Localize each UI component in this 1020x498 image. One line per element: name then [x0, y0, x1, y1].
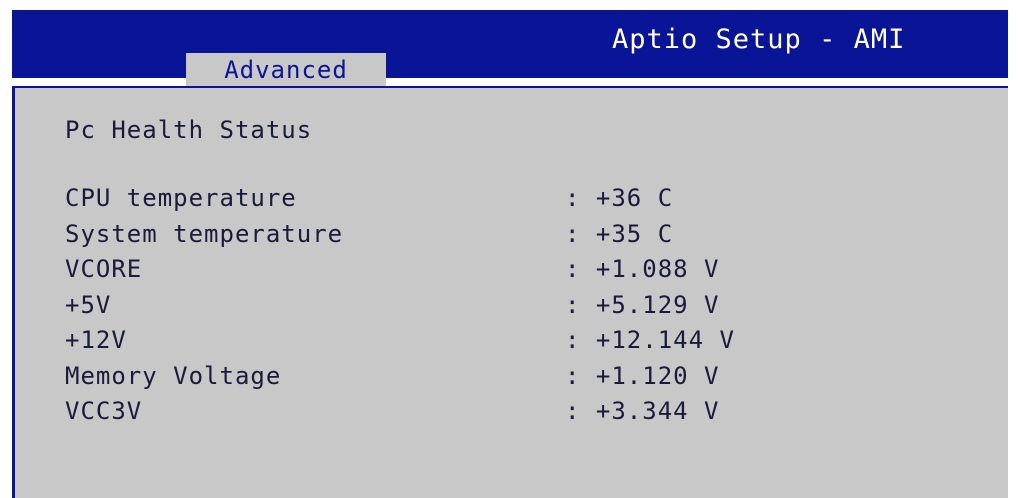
reading-label: +5V — [65, 290, 112, 319]
list-item: CPU temperature : +36 C — [65, 184, 965, 220]
main-panel: Pc Health Status CPU temperature : +36 C… — [12, 86, 1008, 498]
reading-label: +12V — [65, 326, 127, 354]
list-item: +5V : +5.129 V — [65, 291, 965, 327]
reading-value: : +12.144 V — [565, 326, 735, 354]
bios-title: Aptio Setup - AMI — [612, 24, 906, 55]
reading-value: : +36 C — [565, 184, 674, 212]
reading-value: : +35 C — [565, 219, 674, 248]
health-readings-list: CPU temperature : +36 C System temperatu… — [65, 184, 965, 433]
reading-label: VCC3V — [65, 397, 143, 425]
list-item: Memory Voltage : +1.120 V — [65, 362, 965, 398]
reading-value: : +1.088 V — [565, 255, 720, 283]
bios-header-bar: Aptio Setup - AMI Advanced — [12, 10, 1008, 88]
tab-advanced[interactable]: Advanced — [186, 53, 386, 88]
section-title: Pc Health Status — [65, 116, 313, 144]
list-item: System temperature : +35 C — [65, 220, 965, 256]
reading-value: : +1.120 V — [565, 361, 720, 390]
reading-label: System temperature — [65, 219, 344, 248]
list-item: +12V : +12.144 V — [65, 326, 965, 362]
reading-value: : +3.344 V — [565, 397, 720, 425]
list-item: VCORE : +1.088 V — [65, 255, 965, 291]
reading-label: CPU temperature — [65, 184, 297, 212]
list-item: VCC3V : +3.344 V — [65, 397, 965, 433]
reading-label: Memory Voltage — [65, 361, 282, 390]
reading-label: VCORE — [65, 255, 143, 283]
reading-value: : +5.129 V — [565, 290, 720, 319]
